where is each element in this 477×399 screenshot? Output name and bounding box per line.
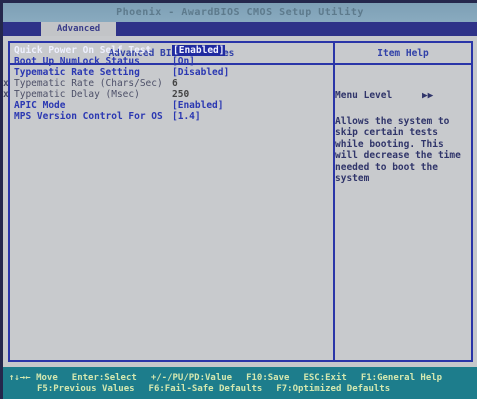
key-legend: ↑↓→← Move Enter:Select +/-/PU/PD:Value F10:… xyxy=(3,367,477,399)
setting-value[interactable]: [1.4] xyxy=(172,111,201,122)
key-hint: +/-/PU/PD:Value xyxy=(150,373,233,383)
setting-label: MPS Version Control For OS xyxy=(14,111,163,122)
setting-label: Typematic Rate Setting xyxy=(14,67,140,78)
key-legend-line-1: ↑↓→← Move Enter:Select +/-/PU/PD:Value F10:… xyxy=(9,373,456,383)
key-hint: F10:Save xyxy=(246,373,290,383)
key-hint: ESC:Exit xyxy=(303,373,347,383)
key-hint: Enter:Select xyxy=(71,373,137,383)
key-hint: ↑↓→← Move xyxy=(9,373,58,383)
setting-label: Quick Power On Self Test xyxy=(14,45,152,56)
setting-value[interactable]: [Disabled] xyxy=(172,67,229,78)
menu-level-row: Menu Level ▶▶ xyxy=(335,90,475,102)
help-text: Allows the system to skip certain tests wh… xyxy=(335,116,475,185)
locked-marker-icon: x xyxy=(3,78,9,89)
setting-value: 6 xyxy=(172,78,178,89)
setting-value: 250 xyxy=(172,89,190,100)
help-title: Item Help xyxy=(377,48,429,59)
help-line: Allows the system to xyxy=(335,115,450,127)
key-hint: F6:Fail-Safe Defaults xyxy=(148,384,263,394)
key-hint: F5:Previous Values xyxy=(37,384,135,394)
key-hint: F7:Optimized Defaults xyxy=(276,384,391,394)
help-line: while booting. This xyxy=(335,138,444,150)
help-line: system xyxy=(335,173,370,184)
help-line: will decrease the time xyxy=(335,150,461,161)
key-hint: F1:General Help xyxy=(360,373,443,383)
help-line: needed to boot the xyxy=(335,161,438,173)
key-legend-line-2: F5:Previous Values F6:Fail-Safe Defaults F… xyxy=(37,384,404,394)
setting-label: Typematic Delay (Msec) xyxy=(14,89,140,100)
item-help: Menu Level ▶▶ Allows the system to skip c… xyxy=(335,90,475,185)
setting-label: APIC Mode xyxy=(14,100,66,111)
setting-label: Typematic Rate (Chars/Sec) xyxy=(14,78,163,89)
tab-advanced[interactable]: Advanced xyxy=(41,22,116,36)
app-title: Phoenix - AwardBIOS CMOS Setup Utility xyxy=(116,7,364,18)
locked-marker-icon: x xyxy=(3,89,9,100)
menu-level-label: Menu Level xyxy=(335,90,393,101)
menu-level-arrows-icon: ▶▶ xyxy=(421,90,434,101)
setting-value[interactable]: [Enabled] xyxy=(172,45,226,56)
setting-label: Boot Up NumLock Status xyxy=(14,56,140,67)
help-line: skip certain tests xyxy=(335,127,438,138)
setting-value[interactable]: [On] xyxy=(172,56,195,67)
setting-value[interactable]: [Enabled] xyxy=(172,100,223,111)
menu-bar: Advanced xyxy=(3,22,477,36)
